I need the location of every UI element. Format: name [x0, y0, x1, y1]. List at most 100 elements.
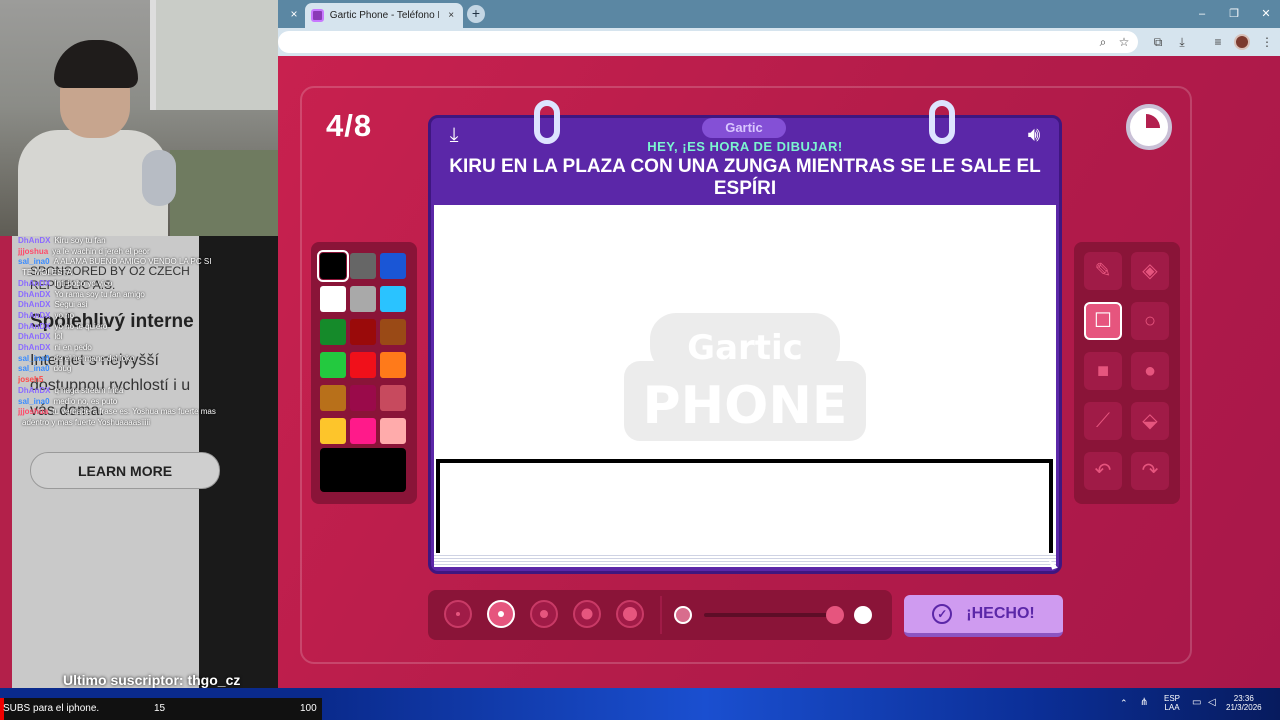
color-swatch[interactable] [380, 286, 406, 312]
line-icon[interactable]: ⟋ [1084, 402, 1122, 440]
overlay-left-strip [0, 236, 12, 688]
brush-size-4[interactable] [573, 600, 601, 628]
language-bottom: LAA [1164, 703, 1180, 712]
tab-gartic-phone[interactable]: Gartic Phone - Teléfono Desco × [305, 3, 463, 28]
undo-icon[interactable]: ↶ [1084, 452, 1122, 490]
address-bar[interactable] [278, 31, 1138, 53]
rectangle-outline-icon[interactable]: ☐ [1084, 302, 1122, 340]
chat-message: DhAnDX Yo rama soy tu fan amigo [18, 290, 145, 300]
chat-message: joseh5 [18, 375, 47, 385]
chat-message: DhAnDX yo no te quiero [18, 322, 107, 332]
brush-size-3[interactable] [530, 600, 558, 628]
close-window-button[interactable]: ✕ [1256, 6, 1276, 22]
last-subscriber-label: Ultimo suscriptor: [63, 672, 184, 688]
color-swatch[interactable] [320, 286, 346, 312]
chat-message: TE MOLESTA [18, 268, 72, 278]
webcam-feed [0, 0, 278, 236]
maximize-button[interactable]: ❐ [1224, 6, 1244, 22]
download-icon[interactable]: ⤓ [1173, 33, 1191, 51]
color-swatch[interactable] [380, 253, 406, 279]
clock[interactable]: 23:36 21/3/2026 [1226, 694, 1262, 712]
redo-icon[interactable]: ↷ [1131, 452, 1169, 490]
gartic-favicon-icon [311, 9, 324, 22]
sub-goal-current: 15 [154, 703, 166, 714]
chat-text: ya le wachin d jereh el peor [52, 246, 150, 256]
zoom-icon[interactable]: ⌕ [1094, 33, 1112, 51]
fill-bucket-icon[interactable]: ⬙ [1131, 402, 1169, 440]
color-swatch[interactable] [350, 352, 376, 378]
taskbar-left-strip [0, 688, 322, 698]
display-icon[interactable]: ▭ [1192, 697, 1201, 708]
language-indicator[interactable]: ESP LAA [1164, 694, 1180, 712]
board-page-edges [434, 553, 1056, 567]
rectangle-fill-icon[interactable]: ■ [1084, 352, 1122, 390]
color-swatch[interactable] [350, 286, 376, 312]
new-tab-button[interactable]: + [467, 5, 485, 23]
last-subscriber-name: thgo_cz [187, 672, 241, 688]
eraser-icon[interactable]: ◈ [1131, 252, 1169, 290]
chat-text: ni en pedo [54, 343, 92, 352]
color-swatch[interactable] [320, 418, 346, 444]
sub-goal-text: SUBS para el iphone. [3, 703, 100, 714]
chat-text: tu verdadera frase es: Yoshua mas fuerte… [52, 407, 216, 417]
timer-icon [1126, 104, 1172, 150]
check-icon: ✓ [932, 604, 953, 624]
chat-message: sal_ina0 medio no, es puto [18, 397, 117, 407]
download-drawing-icon[interactable]: ⤓ [442, 124, 466, 148]
chat-text: de el hermano del loko [53, 353, 135, 363]
media-control-icon[interactable]: ≡ [1209, 33, 1227, 51]
chat-message: DhAnDX Kiru soy tu fan [18, 236, 106, 246]
opacity-slider-handle[interactable] [826, 606, 844, 624]
profile-avatar[interactable] [1234, 34, 1250, 50]
tab-title: Gartic Phone - Teléfono Desco [329, 10, 439, 21]
opacity-slider[interactable] [704, 613, 834, 617]
brush-size-2[interactable] [487, 600, 515, 628]
color-swatch[interactable] [350, 319, 376, 345]
tab-close-icon[interactable]: × [445, 10, 457, 21]
binder-ring-left [534, 100, 560, 144]
tray-chevron-icon[interactable]: ⌃ [1120, 698, 1128, 709]
color-swatch[interactable] [320, 319, 346, 345]
sub-goal-target: 100 [300, 703, 317, 714]
minimize-button[interactable]: – [1192, 6, 1212, 22]
network-icon[interactable]: ⋔ [1140, 697, 1148, 708]
color-swatch[interactable] [350, 253, 376, 279]
shape-preview-rectangle [436, 459, 1053, 555]
color-swatch[interactable] [380, 418, 406, 444]
chat-message: jjjoshua tu verdadera frase es: Yoshua ma… [18, 407, 216, 417]
translate-icon[interactable]: ⧉ [1149, 33, 1167, 51]
color-swatch[interactable] [320, 352, 346, 378]
prev-tab-close-icon[interactable]: × [286, 6, 302, 22]
color-swatch[interactable] [350, 418, 376, 444]
brush-size-1[interactable] [444, 600, 472, 628]
microphone-icon [142, 150, 176, 206]
chat-username: DhAnDX [18, 278, 51, 288]
chat-username: sal_ina0 [18, 396, 50, 406]
chat-text: q haga stream frida [54, 385, 124, 395]
brush-size-5[interactable] [616, 600, 644, 628]
chat-text: yo no te quiero [54, 321, 108, 331]
volume-icon[interactable]: ◁ [1208, 697, 1216, 708]
color-swatch[interactable] [380, 352, 406, 378]
last-subscriber: Ultimo suscriptor: thgo_cz [63, 672, 240, 688]
chat-text: A ALAMA BUENO AMIGO VENDO LA PC SI [53, 257, 212, 267]
color-swatch[interactable] [380, 319, 406, 345]
chat-message: sal_ina0 de el hermano del loko [18, 354, 135, 364]
color-swatch[interactable] [320, 385, 346, 411]
ellipse-outline-icon[interactable]: ○ [1131, 302, 1169, 340]
bookmark-star-icon[interactable]: ☆ [1115, 33, 1133, 51]
sound-icon[interactable]: 🔊︎ [1020, 124, 1048, 148]
done-button[interactable]: ✓ ¡HECHO! [904, 595, 1063, 637]
menu-icon[interactable]: ⋮ [1258, 33, 1276, 51]
gartic-phone-watermark: Gartic PHONE [624, 313, 866, 441]
color-swatch[interactable] [317, 250, 349, 282]
color-swatch[interactable] [350, 385, 376, 411]
color-swatch[interactable] [380, 385, 406, 411]
clock-time: 23:36 [1233, 694, 1254, 703]
chat-message: DhAnDX q haga stream frida [18, 386, 123, 396]
chat-username: sal_ina0 [18, 353, 50, 363]
webcam-desk [170, 150, 278, 236]
chat-username: DhAnDX [18, 300, 51, 310]
ellipse-fill-icon[interactable]: ● [1131, 352, 1169, 390]
pencil-icon[interactable]: ✎ [1084, 252, 1122, 290]
